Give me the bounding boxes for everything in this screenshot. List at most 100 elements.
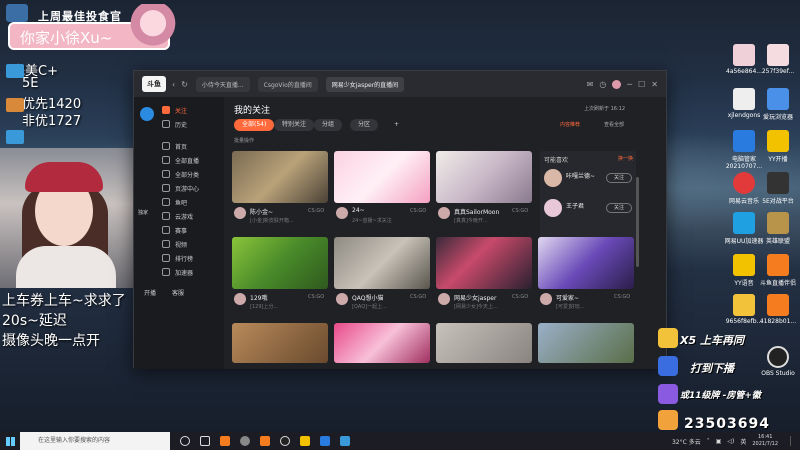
clock[interactable]: 16:41 2021/7/12 xyxy=(752,434,778,448)
show-desktop-button[interactable] xyxy=(790,436,796,446)
desktop-icon-yy[interactable]: YY开播 xyxy=(756,130,800,163)
go-live-button[interactable]: 开播 xyxy=(144,288,156,297)
clock-date: 2021/7/12 xyxy=(752,441,778,447)
follow-button[interactable]: 关注 xyxy=(606,203,632,213)
desktop-icon-douyu[interactable]: 斗鱼直播伴侣 xyxy=(756,254,800,287)
pc-manager-taskbar-icon[interactable] xyxy=(320,436,330,446)
uu-taskbar-icon[interactable] xyxy=(340,436,350,446)
chevron-up-icon[interactable]: ˄ xyxy=(707,438,710,445)
close-icon[interactable]: ✕ xyxy=(651,80,658,89)
music-icon xyxy=(733,172,755,194)
tab-1[interactable]: 小侍今天直播... xyxy=(195,76,250,92)
refresh-icon[interactable]: ↻ xyxy=(181,80,188,89)
stream-desc: [真真]今晚开... xyxy=(454,218,488,224)
stream-card[interactable]: 129哦 CS:GO [129]上分... xyxy=(232,237,328,319)
weather-text[interactable]: 32°C 多云 xyxy=(672,437,701,446)
category-tag: CS:GO xyxy=(512,208,529,214)
history-icon[interactable]: ◷ xyxy=(599,80,606,89)
message-icon[interactable]: ✉ xyxy=(587,80,594,89)
stat-5e: 5E xyxy=(22,76,39,91)
support-button[interactable]: 客服 xyxy=(172,288,184,297)
desktop-icon-shot2[interactable]: 41828b01... xyxy=(756,294,800,325)
sidebar-item-all-live[interactable]: 全部直播 xyxy=(134,153,224,167)
image-icon xyxy=(733,44,755,66)
sidebar-item-ranking[interactable]: 排行榜 xyxy=(134,251,224,265)
desktop-folder-icon[interactable] xyxy=(6,130,24,144)
desktop-icon-5e[interactable]: 5E对战平台 xyxy=(756,172,800,205)
sidebar-item-fishbar[interactable]: 鱼吧 xyxy=(134,195,224,209)
douyu-logo[interactable]: 斗鱼 xyxy=(142,76,166,92)
stream-thumbnail[interactable] xyxy=(334,323,430,363)
recommend-row[interactable]: 咔嘎兰德~ 关注 xyxy=(544,167,632,191)
obs-taskbar-icon[interactable] xyxy=(280,436,290,446)
batch-ops-link[interactable]: 批量操作 xyxy=(234,137,254,144)
filter-special[interactable]: 特别关注 xyxy=(274,119,315,131)
tab-2[interactable]: CsgoVio的直播间 xyxy=(257,76,318,92)
maximize-icon[interactable]: ☐ xyxy=(638,80,645,89)
stream-desc: 24~首播~求关注 xyxy=(352,218,392,224)
category-tag: CS:GO xyxy=(614,294,631,300)
follow-button[interactable]: 关注 xyxy=(606,173,632,183)
douyu-icon xyxy=(767,254,789,276)
5e-icon xyxy=(767,172,789,194)
network-icon[interactable]: ▣ xyxy=(716,438,722,445)
stream-thumbnail xyxy=(232,151,328,203)
recommend-row[interactable]: 王子君 关注 xyxy=(544,197,632,221)
sidebar-item-webgames[interactable]: 页游中心 xyxy=(134,181,224,195)
view-all-link[interactable]: 查看全部 xyxy=(604,121,624,128)
ime-indicator[interactable]: 英 xyxy=(740,437,746,446)
stream-card[interactable]: 可爱家~ CS:GO [可爱]好玩... xyxy=(538,237,634,319)
filter-all[interactable]: 全部(54) xyxy=(234,119,275,131)
stream-thumbnail[interactable] xyxy=(538,323,634,363)
rocket-icon xyxy=(162,268,170,276)
minimize-icon[interactable]: ─ xyxy=(627,80,632,89)
streamer-name: 可爱家~ xyxy=(556,295,580,302)
back-icon[interactable]: ‹ xyxy=(172,80,175,89)
sidebar-item-home[interactable]: 首页 xyxy=(134,139,224,153)
stream-card[interactable]: QAQ想小猫 CS:GO [QAQ]一起上... xyxy=(334,237,430,319)
stream-thumbnail[interactable] xyxy=(436,323,532,363)
stream-card[interactable]: 真真SailorMoon CS:GO [真真]今晚开... xyxy=(436,151,532,233)
scrollbar[interactable] xyxy=(636,177,639,267)
uu-icon[interactable] xyxy=(6,64,24,78)
start-button[interactable] xyxy=(0,432,20,450)
recommend-toggle[interactable]: 内容推荐 xyxy=(560,121,580,128)
desktop-icon-img2[interactable]: 257f39ef... xyxy=(756,44,800,75)
sidebar-item-categories[interactable]: 全部分类 xyxy=(134,167,224,181)
perfect-icon[interactable] xyxy=(6,98,24,112)
cortana-icon[interactable] xyxy=(180,436,190,446)
subtitle-2: 20s~延迟 xyxy=(2,313,67,329)
yy-taskbar-icon[interactable] xyxy=(300,436,310,446)
stream-card[interactable]: 网易少女jasper CS:GO [网易少女]今天上... xyxy=(436,237,532,319)
filter-group[interactable]: 分组 xyxy=(314,119,343,131)
add-filter-button[interactable]: + xyxy=(386,119,407,131)
sidebar-bottom-row: 开播 客服 xyxy=(134,285,224,299)
desktop-icon-lol[interactable]: 英雄联盟 xyxy=(756,212,800,245)
stat-nonpriority: 非优1727 xyxy=(22,114,82,129)
douyu-taskbar-icon[interactable] xyxy=(260,436,270,446)
sidebar-item-accelerator[interactable]: 加速器 xyxy=(134,265,224,279)
desktop-icon-browser[interactable]: 爱玩浏览器 xyxy=(756,88,800,121)
volume-icon[interactable]: ◁) xyxy=(727,438,734,445)
sidebar-item-videos[interactable]: 视频 xyxy=(134,237,224,251)
sidebar-avatar[interactable] xyxy=(140,107,154,121)
stream-thumbnail xyxy=(232,237,328,289)
streamer-avatar xyxy=(540,293,552,305)
cat-icon xyxy=(658,410,678,430)
filter-zone[interactable]: 分区 xyxy=(350,119,379,131)
this-pc-icon[interactable] xyxy=(6,4,28,22)
stream-card[interactable]: 陈小金~ CS:GO [小金]新皮肤开箱... xyxy=(232,151,328,233)
tab-3[interactable]: 网易少女jasper的直播间 xyxy=(325,76,405,92)
stream-thumbnail[interactable] xyxy=(232,323,328,363)
task-view-icon[interactable] xyxy=(200,436,210,446)
app-taskbar-icon[interactable] xyxy=(240,436,250,446)
shuffle-link[interactable]: 换一换 xyxy=(618,155,633,162)
douyu-taskbar-icon[interactable] xyxy=(220,436,230,446)
stream-card[interactable]: 24~ CS:GO 24~首播~求关注 xyxy=(334,151,430,233)
streamer-name: QAQ想小猫 xyxy=(352,295,384,302)
desktop-icon-obs[interactable]: OBS Studio xyxy=(756,346,800,377)
avatar[interactable] xyxy=(612,79,622,89)
taskbar-search[interactable]: 在这里输入你要搜索的内容 xyxy=(20,432,170,450)
sidebar-item-events[interactable]: 赛事 xyxy=(134,223,224,237)
title-bar-icons: ✉ ◷ ─ ☐ ✕ xyxy=(587,79,658,89)
